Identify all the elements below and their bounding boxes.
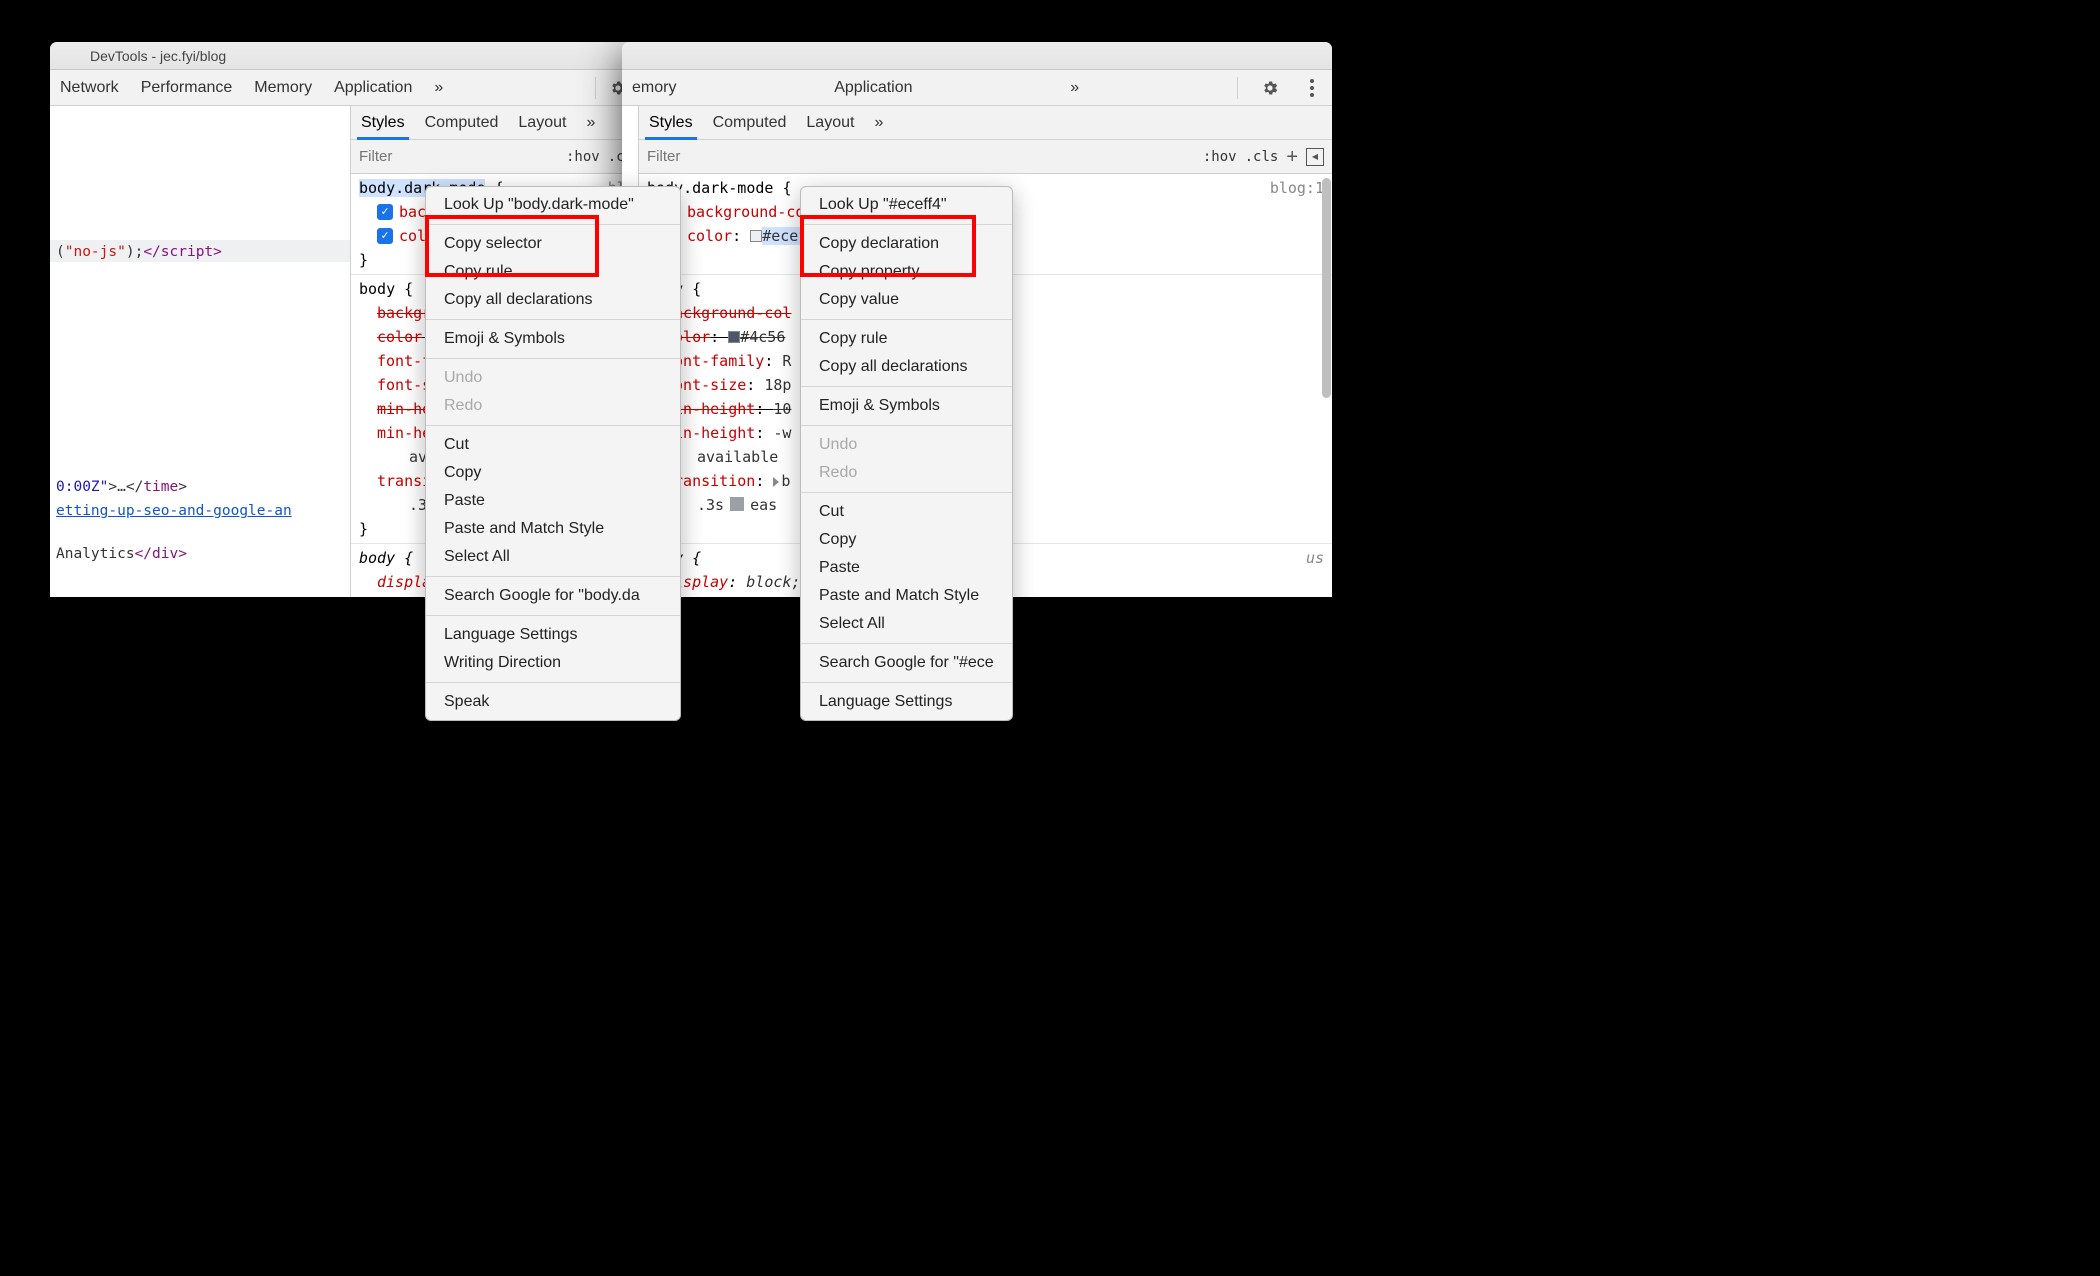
css-selector[interactable]: body bbox=[359, 549, 395, 567]
subtab-computed[interactable]: Computed bbox=[425, 114, 499, 132]
hov-toggle[interactable]: :hov bbox=[566, 149, 600, 165]
tab-overflow[interactable]: » bbox=[1070, 79, 1079, 97]
separator bbox=[1237, 77, 1238, 99]
menu-separator bbox=[801, 386, 1012, 387]
bezier-icon[interactable] bbox=[730, 497, 744, 511]
menu-separator bbox=[801, 224, 1012, 225]
checkbox-icon[interactable]: ✓ bbox=[377, 228, 393, 244]
subtab-computed[interactable]: Computed bbox=[713, 114, 787, 132]
menu-item-redo: Redo bbox=[426, 392, 680, 420]
window-title: DevTools - jec.fyi/blog bbox=[90, 48, 226, 64]
menu-item-paste[interactable]: Paste bbox=[801, 554, 1012, 582]
tab-memory[interactable]: Memory bbox=[254, 79, 312, 97]
elements-tree[interactable]: ("no-js");</script> 0:00Z">…</time> etti… bbox=[50, 106, 350, 597]
scrollbar[interactable] bbox=[1320, 174, 1332, 414]
menu-separator bbox=[801, 643, 1012, 644]
menu-item-writing-dir[interactable]: Writing Direction bbox=[426, 649, 680, 677]
menu-separator bbox=[426, 224, 680, 225]
menu-item-copy-rule[interactable]: Copy rule bbox=[426, 258, 680, 286]
elements-code-line: Analytics</div> bbox=[56, 542, 344, 567]
menu-item-cut[interactable]: Cut bbox=[801, 498, 1012, 526]
tab-application[interactable]: Application bbox=[834, 79, 912, 97]
subtab-overflow[interactable]: » bbox=[586, 114, 595, 132]
menu-item-search-google[interactable]: Search Google for "body.da bbox=[426, 582, 680, 610]
gear-icon[interactable] bbox=[1260, 78, 1280, 98]
menu-item-copy-rule[interactable]: Copy rule bbox=[801, 325, 1012, 353]
main-tab-bar: emory Application » bbox=[622, 70, 1332, 106]
tab-performance[interactable]: Performance bbox=[141, 79, 233, 97]
menu-item-emoji[interactable]: Emoji & Symbols bbox=[801, 392, 1012, 420]
menu-item-paste[interactable]: Paste bbox=[426, 487, 680, 515]
subtab-layout[interactable]: Layout bbox=[518, 114, 566, 132]
menu-separator bbox=[426, 319, 680, 320]
styles-filter-bar: :hov .cls + bbox=[639, 140, 1332, 174]
menu-item-copy-declaration[interactable]: Copy declaration bbox=[801, 230, 1012, 258]
menu-separator bbox=[426, 682, 680, 683]
menu-item-paste-match[interactable]: Paste and Match Style bbox=[801, 582, 1012, 610]
menu-item-lookup[interactable]: Look Up "body.dark-mode" bbox=[426, 191, 680, 219]
checkbox-icon[interactable]: ✓ bbox=[377, 204, 393, 220]
filter-input[interactable] bbox=[647, 148, 1195, 165]
menu-separator bbox=[426, 358, 680, 359]
elements-code-line: 0:00Z">…</time> bbox=[56, 475, 344, 500]
source-link[interactable]: blog:1 bbox=[1270, 176, 1324, 200]
menu-separator bbox=[801, 319, 1012, 320]
menu-separator bbox=[426, 615, 680, 616]
kebab-icon[interactable] bbox=[1302, 78, 1322, 98]
menu-item-redo: Redo bbox=[801, 459, 1012, 487]
menu-item-cut[interactable]: Cut bbox=[426, 431, 680, 459]
sidebar-tabs: Styles Computed Layout » bbox=[639, 106, 1332, 140]
menu-separator bbox=[801, 492, 1012, 493]
expand-icon[interactable] bbox=[773, 477, 779, 487]
menu-item-lookup[interactable]: Look Up "#eceff4" bbox=[801, 191, 1012, 219]
menu-item-undo: Undo bbox=[426, 364, 680, 392]
color-swatch-icon[interactable] bbox=[750, 230, 762, 242]
elements-code-line: ("no-js");</script> bbox=[56, 240, 344, 265]
menu-separator bbox=[426, 425, 680, 426]
tab-overflow[interactable]: » bbox=[434, 79, 443, 97]
menu-item-speak[interactable]: Speak bbox=[426, 688, 680, 716]
css-selector[interactable]: body bbox=[359, 280, 395, 298]
tab-network[interactable]: Network bbox=[60, 79, 119, 97]
menu-item-copy[interactable]: Copy bbox=[426, 459, 680, 487]
layout-toggle-icon[interactable] bbox=[1306, 148, 1324, 166]
hov-toggle[interactable]: :hov bbox=[1203, 149, 1237, 165]
tab-application[interactable]: Application bbox=[334, 79, 412, 97]
menu-separator bbox=[801, 425, 1012, 426]
menu-item-copy-all-decl[interactable]: Copy all declarations bbox=[801, 353, 1012, 381]
menu-item-lang-settings[interactable]: Language Settings bbox=[426, 621, 680, 649]
subtab-styles[interactable]: Styles bbox=[361, 114, 405, 132]
menu-separator bbox=[426, 576, 680, 577]
menu-item-paste-match[interactable]: Paste and Match Style bbox=[426, 515, 680, 543]
context-menu[interactable]: Look Up "body.dark-mode" Copy selector C… bbox=[425, 186, 681, 721]
menu-item-select-all[interactable]: Select All bbox=[426, 543, 680, 571]
menu-item-copy[interactable]: Copy bbox=[801, 526, 1012, 554]
elements-code-line: etting-up-seo-and-google-an bbox=[56, 499, 344, 524]
menu-separator bbox=[801, 682, 1012, 683]
menu-item-undo: Undo bbox=[801, 431, 1012, 459]
new-rule-button[interactable]: + bbox=[1286, 147, 1298, 167]
main-tab-bar: Network Performance Memory Application » bbox=[50, 70, 670, 106]
subtab-overflow[interactable]: » bbox=[874, 114, 883, 132]
color-swatch-icon[interactable] bbox=[728, 331, 740, 343]
subtab-layout[interactable]: Layout bbox=[806, 114, 854, 132]
filter-input[interactable] bbox=[359, 148, 558, 165]
menu-item-select-all[interactable]: Select All bbox=[801, 610, 1012, 638]
menu-item-copy-selector[interactable]: Copy selector bbox=[426, 230, 680, 258]
tab-memory[interactable]: emory bbox=[632, 79, 676, 97]
subtab-styles[interactable]: Styles bbox=[649, 114, 693, 132]
menu-item-lang-settings[interactable]: Language Settings bbox=[801, 688, 1012, 716]
context-menu[interactable]: Look Up "#eceff4" Copy declaration Copy … bbox=[800, 186, 1013, 721]
menu-item-copy-property[interactable]: Copy property bbox=[801, 258, 1012, 286]
window-titlebar: DevTools - jec.fyi/blog bbox=[50, 42, 670, 70]
cls-toggle[interactable]: .cls bbox=[1245, 149, 1279, 165]
menu-item-copy-value[interactable]: Copy value bbox=[801, 286, 1012, 314]
separator bbox=[595, 77, 596, 99]
menu-item-search-google[interactable]: Search Google for "#ece bbox=[801, 649, 1012, 677]
menu-item-emoji[interactable]: Emoji & Symbols bbox=[426, 325, 680, 353]
menu-item-copy-all-decl[interactable]: Copy all declarations bbox=[426, 286, 680, 314]
window-titlebar bbox=[622, 42, 1332, 70]
